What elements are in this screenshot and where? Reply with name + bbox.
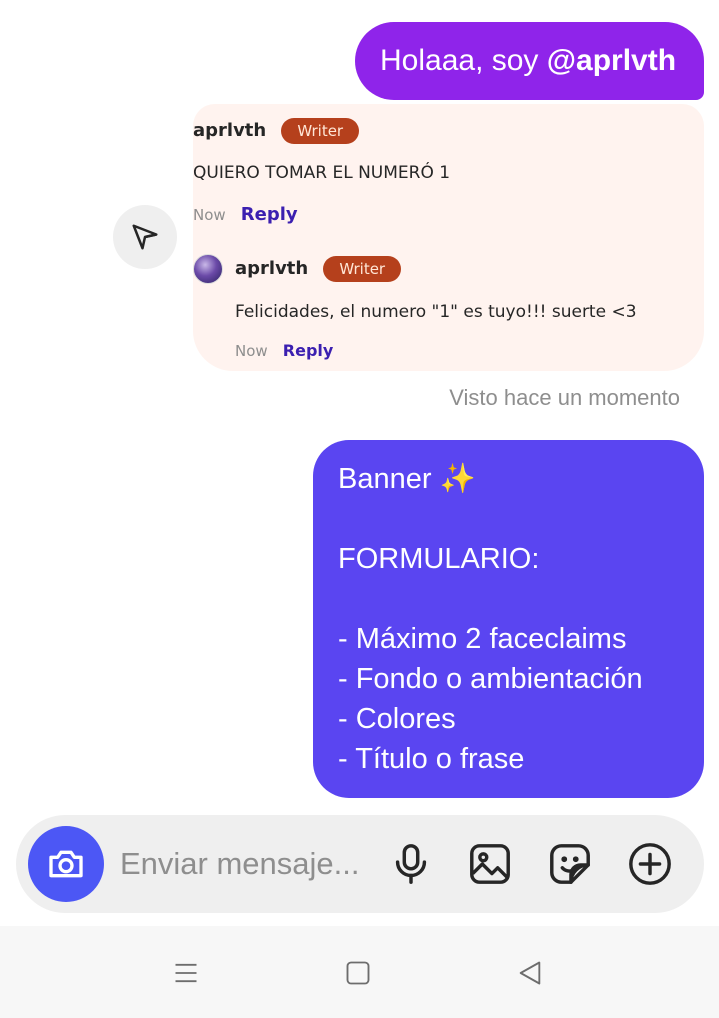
shared-comment-card[interactable]: aprlvth Writer QUIERO TOMAR EL NUMERÓ 1 …: [193, 104, 704, 371]
share-button[interactable]: [113, 205, 177, 269]
writer-badge: Writer: [281, 118, 360, 144]
message-line: - Máximo 2 faceclaims: [338, 623, 627, 655]
microphone-icon[interactable]: [388, 841, 434, 887]
reply-username[interactable]: aprlvth: [235, 258, 308, 279]
back-icon[interactable]: [516, 959, 544, 987]
message-line: Banner ✨: [338, 463, 476, 495]
comment-text: QUIERO TOMAR EL NUMERÓ 1: [193, 163, 451, 183]
sticker-icon[interactable]: [547, 841, 593, 887]
mention-link[interactable]: @aprlvth: [547, 44, 676, 77]
comment-reply-button[interactable]: Reply: [241, 204, 298, 225]
message-line: FORMULARIO:: [338, 543, 540, 575]
menu-icon[interactable]: [172, 959, 200, 987]
send-icon: [132, 224, 158, 250]
reply-time: Now: [235, 342, 268, 360]
sent-message-bubble[interactable]: Banner ✨ FORMULARIO: - Máximo 2 faceclai…: [313, 440, 704, 798]
reply-header: aprlvth Writer: [235, 256, 402, 282]
reply-text: Felicidades, el numero "1" es tuyo!!! su…: [235, 302, 637, 322]
message-line: [338, 499, 704, 539]
comment-header: aprlvth Writer: [193, 118, 360, 144]
avatar[interactable]: [193, 254, 223, 284]
camera-icon: [49, 850, 83, 878]
gallery-icon[interactable]: [467, 841, 513, 887]
seen-status: Visto hace un momento: [449, 385, 680, 410]
home-icon[interactable]: [344, 959, 372, 987]
reply-meta: Now Reply: [235, 341, 333, 360]
comment-time: Now: [193, 206, 226, 224]
writer-badge: Writer: [323, 256, 402, 282]
message-line: - Colores: [338, 703, 456, 735]
add-icon[interactable]: [627, 841, 673, 887]
system-navigation-bar: [0, 926, 719, 1018]
comment-username[interactable]: aprlvth: [193, 120, 266, 141]
message-line: - Título o frase: [338, 743, 525, 775]
message-text: Holaaa, soy: [380, 44, 547, 77]
message-line: - Fondo o ambientación: [338, 663, 643, 695]
message-input[interactable]: Enviar mensaje...: [120, 846, 360, 882]
comment-meta: Now Reply: [193, 204, 298, 225]
sent-message-bubble[interactable]: Holaaa, soy @aprlvth: [355, 22, 704, 100]
message-composer: Enviar mensaje...: [16, 815, 704, 913]
reply-reply-button[interactable]: Reply: [283, 341, 334, 360]
camera-button[interactable]: [28, 826, 104, 902]
message-line: [338, 579, 704, 619]
